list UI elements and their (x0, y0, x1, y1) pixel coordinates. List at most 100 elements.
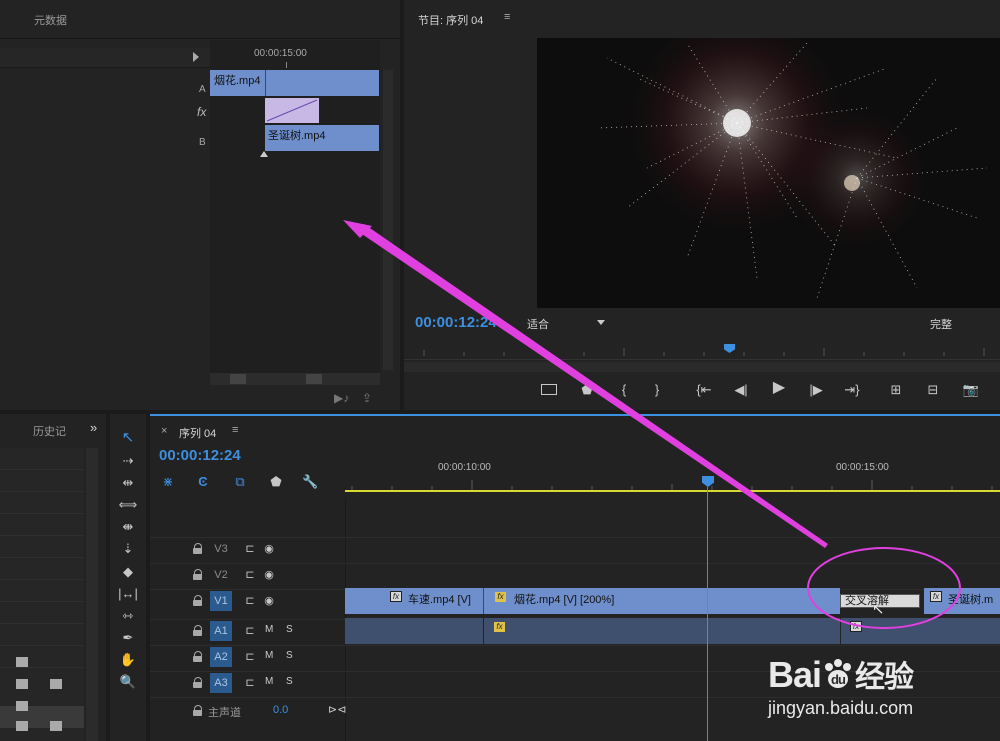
tab-history[interactable]: 历史记 (33, 423, 66, 439)
master-volume-value[interactable]: 0.0 (273, 704, 288, 716)
sequence-timecode[interactable]: 00:00:12:24 (159, 447, 241, 464)
history-row-selected[interactable] (0, 706, 84, 728)
lock-icon[interactable] (192, 705, 204, 717)
export-icon[interactable]: ⇪ (362, 391, 372, 405)
pen-tool-icon[interactable]: ✒ (118, 630, 138, 646)
wrench-icon[interactable]: 🔧 (302, 474, 318, 490)
sync-lock-icon[interactable]: ⊏ (243, 649, 257, 665)
monitor-timeline-ruler[interactable] (404, 340, 1000, 360)
fit-dropdown-label: 适合 (527, 319, 549, 331)
ec-transition-block[interactable] (265, 98, 319, 123)
ec-clip-a[interactable]: 烟花.mp4 (210, 70, 379, 96)
track-header-a2[interactable]: A2 ⊏ M S (150, 644, 345, 670)
track-name[interactable]: A3 (210, 673, 232, 693)
eye-icon[interactable]: ◉ (262, 567, 276, 583)
track-header-v1[interactable]: V1 ⊏ ◉ (150, 588, 345, 614)
history-scrollbar[interactable] (86, 448, 98, 741)
lock-icon[interactable] (192, 595, 204, 607)
ec-scroll-bar[interactable] (210, 373, 380, 385)
export-frame-icon[interactable]: 📷 (960, 382, 982, 398)
tab-metadata[interactable]: 元数据 (34, 12, 67, 28)
close-icon[interactable]: × (161, 425, 167, 437)
track-name[interactable]: V2 (210, 565, 232, 585)
linked-selection-icon[interactable]: ⧉ (232, 474, 248, 490)
track-select-tool-icon[interactable]: ⇢ (118, 453, 138, 469)
zoom-tool-icon[interactable]: 🔍 (118, 674, 138, 690)
ripple-delete-icon[interactable]: ◆ (118, 564, 138, 580)
track-header-master[interactable]: 主声道 0.0 ⊳⊲ (150, 698, 346, 724)
monitor-scroll-bar[interactable] (404, 362, 1000, 372)
play-audio-icon[interactable]: ▶♪ (334, 391, 349, 405)
ec-clip-b[interactable]: 圣诞树.mp4 (265, 125, 379, 151)
program-monitor-title[interactable]: 节目: 序列 04 (418, 12, 483, 28)
sync-lock-icon[interactable]: ⊏ (243, 593, 257, 609)
panel-overflow-icon[interactable]: » (90, 420, 97, 435)
add-marker-icon[interactable]: ⬟ (268, 474, 284, 490)
work-area-bar[interactable] (345, 490, 1000, 492)
snap-icon[interactable]: Ͼ (195, 474, 211, 490)
add-marker-icon[interactable]: ⬟ (579, 382, 595, 398)
panel-menu-icon[interactable]: ≡ (232, 424, 238, 436)
clip-v1-chesu[interactable]: fx 车速.mp4 [V] (345, 588, 483, 614)
program-timecode[interactable]: 00:00:12:24 (415, 314, 497, 331)
eye-icon[interactable]: ◉ (262, 593, 276, 609)
timeline-ruler[interactable] (345, 476, 1000, 496)
solo-button[interactable]: S (286, 624, 293, 635)
mark-in-icon[interactable]: { (617, 382, 631, 398)
slip-tool-icon[interactable]: |↔| (118, 586, 138, 602)
step-forward-icon[interactable]: |▶ (807, 382, 825, 398)
lock-icon[interactable] (192, 651, 204, 663)
track-name[interactable]: A1 (210, 621, 232, 641)
safe-margins-icon[interactable] (539, 383, 559, 399)
panel-header-divider (0, 38, 400, 39)
lock-icon[interactable] (192, 625, 204, 637)
extract-icon[interactable]: ⊟ (921, 382, 945, 398)
go-to-end-icon[interactable]: ⊳⊲ (328, 703, 346, 716)
lock-icon[interactable] (192, 543, 204, 555)
step-back-icon[interactable]: ◀| (732, 382, 750, 398)
track-name[interactable]: A2 (210, 647, 232, 667)
track-name[interactable]: V3 (210, 539, 232, 559)
lock-icon[interactable] (192, 677, 204, 689)
tab-sequence[interactable]: 序列 04 (179, 425, 216, 441)
go-to-out-icon[interactable]: ⇥} (842, 382, 862, 398)
rate-stretch-tool-icon[interactable]: ⇼ (118, 519, 138, 535)
eye-icon[interactable]: ◉ (262, 541, 276, 557)
clip-v1-shengdanshu[interactable]: fx 圣诞树.m (924, 588, 1000, 614)
track-header-a3[interactable]: A3 ⊏ M S (150, 670, 345, 696)
hand-tool-icon[interactable]: ✋ (118, 652, 138, 668)
mark-out-icon[interactable]: } (650, 382, 664, 398)
sync-lock-icon[interactable]: ⊏ (243, 623, 257, 639)
selection-tool-icon[interactable]: ↖ (118, 430, 138, 446)
clip-v1-yanhua[interactable]: fx 烟花.mp4 [V] [200%] (483, 588, 840, 614)
mute-button[interactable]: M (265, 624, 273, 635)
sync-lock-icon[interactable]: ⊏ (243, 541, 257, 557)
play-icon[interactable]: ▶ (770, 380, 788, 396)
lift-icon[interactable]: ⊞ (884, 382, 908, 398)
sync-lock-icon[interactable]: ⊏ (243, 567, 257, 583)
clip-a1-audio[interactable]: fx fx (345, 618, 1000, 644)
track-name[interactable]: V1 (210, 591, 232, 611)
track-header-v3[interactable]: V3 ⊏ ◉ (150, 536, 345, 562)
ec-right-scrollbar[interactable] (383, 70, 393, 370)
mute-button[interactable]: M (265, 650, 273, 661)
quality-dropdown[interactable]: 完整 (930, 316, 952, 332)
solo-button[interactable]: S (286, 650, 293, 661)
fit-dropdown[interactable]: 适合 (527, 316, 609, 332)
razor-tool-icon[interactable]: ⇣ (118, 541, 138, 557)
track-header-a1[interactable]: A1 ⊏ M S (150, 618, 345, 644)
track-header-v2[interactable]: V2 ⊏ ◉ (150, 562, 345, 588)
mute-button[interactable]: M (265, 676, 273, 687)
ec-clip-b-name: 圣诞树.mp4 (268, 130, 326, 142)
rolling-edit-tool-icon[interactable]: ⟺ (118, 497, 138, 513)
go-to-in-icon[interactable]: {⇤ (694, 382, 714, 398)
ripple-edit-tool-icon[interactable]: ⇹ (118, 475, 138, 491)
sync-lock-icon[interactable]: ⊏ (243, 675, 257, 691)
solo-button[interactable]: S (286, 676, 293, 687)
nest-icon[interactable]: ⋇ (160, 474, 176, 490)
collapse-arrow-icon[interactable] (193, 52, 199, 62)
slide-tool-icon[interactable]: ⇿ (118, 608, 138, 624)
ec-playhead-marker[interactable] (260, 151, 268, 157)
panel-menu-icon[interactable]: ≡ (504, 11, 510, 23)
lock-icon[interactable] (192, 569, 204, 581)
